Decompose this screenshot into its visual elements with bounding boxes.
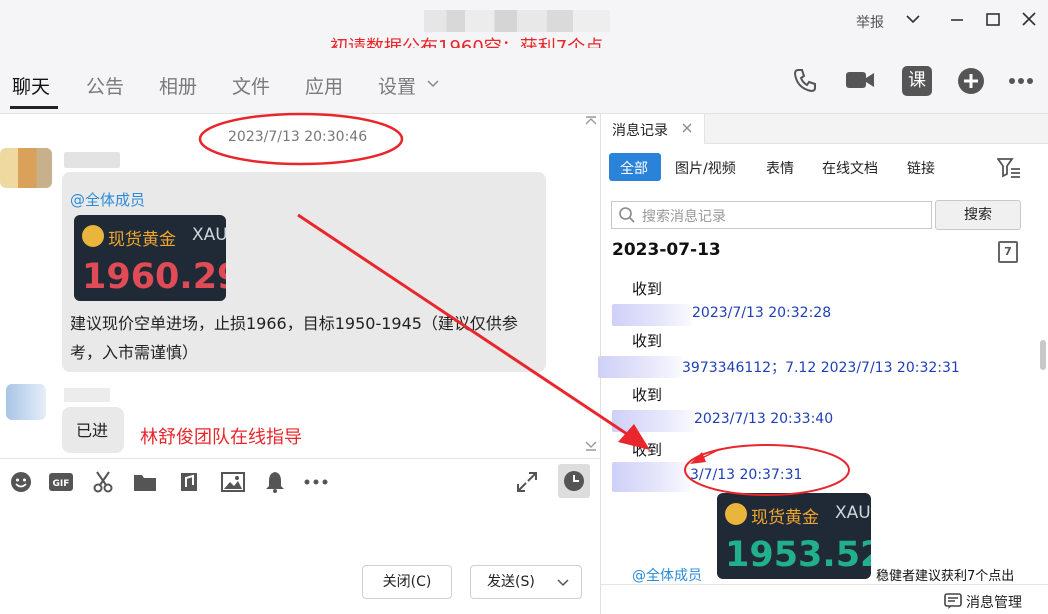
blurred-group-title — [424, 10, 610, 32]
image-icon[interactable] — [220, 470, 246, 494]
chevron-down-icon[interactable] — [902, 10, 924, 34]
mention-all[interactable]: @全体成员 — [70, 189, 145, 210]
filter-all[interactable]: 全部 — [620, 158, 648, 178]
blurred-sender — [612, 304, 692, 326]
gold-price-card[interactable]: 现货黄金 XAU 1960.29 — [74, 215, 226, 301]
filter-stickers[interactable]: 表情 — [766, 158, 794, 178]
record-label: 收到 — [632, 386, 663, 404]
record-label: 收到 — [632, 332, 663, 350]
record-trailing-text: 稳健者建议获利7个点出 — [876, 569, 1015, 584]
footer-divider — [601, 584, 1048, 585]
scissors-icon[interactable] — [90, 470, 116, 494]
more-icon[interactable] — [1006, 66, 1036, 96]
tab-chat[interactable]: 聊天 — [12, 72, 50, 99]
filter-media[interactable]: 图片/视频 — [675, 158, 736, 178]
card-price: 1960.29 — [82, 257, 226, 297]
minimize-icon[interactable] — [946, 10, 968, 34]
history-date: 2023-07-13 — [612, 240, 721, 260]
emoji-icon[interactable] — [8, 470, 34, 494]
filter-docs[interactable]: 在线文档 — [822, 158, 878, 178]
card-title: 现货黄金 — [751, 508, 819, 528]
history-clock-icon[interactable] — [558, 464, 590, 498]
message-manage-link[interactable]: 消息管理 — [966, 592, 1022, 612]
blurred-sender-name — [64, 388, 110, 402]
record-label: 收到 — [632, 280, 663, 298]
video-call-icon[interactable] — [844, 66, 874, 96]
message-text: 已进 — [76, 421, 109, 440]
close-tab-icon[interactable] — [681, 122, 693, 138]
send-options-chevron-icon[interactable] — [556, 576, 570, 594]
maximize-icon[interactable] — [982, 10, 1004, 34]
record-meta: 2023/7/13 20:32:28 — [692, 305, 832, 321]
tab-apps[interactable]: 应用 — [305, 72, 343, 99]
collapse-down-icon[interactable] — [584, 438, 598, 456]
history-scrollbar[interactable] — [1040, 340, 1046, 370]
gold-coin-icon — [82, 225, 104, 247]
side-tab-bar — [705, 114, 1048, 144]
music-doc-icon[interactable] — [176, 470, 202, 494]
send-label: 发送(S) — [487, 574, 535, 590]
add-circle-icon[interactable] — [956, 66, 986, 96]
tab-message-history[interactable]: 消息记录 — [601, 114, 705, 144]
bell-icon[interactable] — [262, 470, 288, 494]
message-text: 建议现价空单进场，止损1966，目标1950-1945（建议仅供参考，入市需谨慎… — [70, 314, 518, 362]
annotation-team: 林舒俊团队在线指导 — [140, 427, 302, 448]
blurred-sender — [612, 462, 690, 492]
course-icon[interactable]: 课 — [902, 66, 932, 96]
report-link[interactable]: 举报 — [856, 12, 884, 32]
mention-all[interactable]: @全体成员 — [632, 565, 702, 585]
tab-files[interactable]: 文件 — [232, 72, 270, 99]
avatar[interactable] — [6, 384, 46, 420]
side-tab-label: 消息记录 — [612, 123, 668, 139]
message-manage-icon[interactable] — [944, 592, 962, 614]
search-icon — [618, 206, 636, 228]
tab-settings[interactable]: 设置 — [378, 72, 416, 99]
record-label: 收到 — [632, 441, 663, 459]
record-meta: 3/7/13 20:37:31 — [690, 467, 803, 483]
tab-announcement[interactable]: 公告 — [86, 72, 124, 99]
more-tools-icon[interactable] — [302, 470, 328, 494]
blurred-sender-name — [64, 152, 120, 168]
gold-price-card[interactable]: 现货黄金 XAU 1953.52 — [717, 493, 871, 579]
avatar[interactable] — [0, 148, 52, 188]
card-symbol: XAU — [835, 503, 871, 523]
filter-links[interactable]: 链接 — [907, 158, 935, 178]
blurred-sender — [598, 356, 682, 378]
close-button[interactable]: 关闭(C) — [362, 565, 452, 599]
tab-active-indicator — [10, 106, 58, 109]
card-symbol: XAU — [192, 225, 226, 245]
message-timestamp: 2023/7/13 20:30:46 — [228, 129, 368, 145]
expand-icon[interactable] — [514, 470, 540, 494]
search-placeholder: 搜索消息记录 — [642, 209, 726, 225]
close-icon[interactable] — [1018, 10, 1040, 34]
record-meta: 2023/7/13 20:33:40 — [694, 411, 834, 427]
gold-coin-icon — [725, 503, 747, 525]
settings-chevron-icon[interactable] — [426, 76, 440, 94]
card-title: 现货黄金 — [108, 230, 176, 250]
history-search-input[interactable]: 搜索消息记录 — [611, 201, 932, 229]
tab-album[interactable]: 相册 — [159, 72, 197, 99]
gif-icon[interactable]: GIF — [48, 470, 74, 494]
collapse-up-icon[interactable] — [584, 114, 598, 132]
card-price: 1953.52 — [725, 535, 871, 575]
record-meta: 3973346112；7.12 2023/7/13 20:32:31 — [682, 360, 960, 376]
folder-icon[interactable] — [132, 470, 158, 494]
blurred-sender — [612, 410, 694, 432]
svg-text:GIF: GIF — [53, 479, 70, 489]
phone-icon[interactable] — [790, 66, 820, 96]
calendar-icon[interactable]: 7 — [998, 241, 1018, 263]
tab-bar — [0, 48, 1048, 114]
search-button[interactable]: 搜索 — [935, 200, 1021, 230]
filter-options-icon[interactable] — [996, 157, 1021, 183]
